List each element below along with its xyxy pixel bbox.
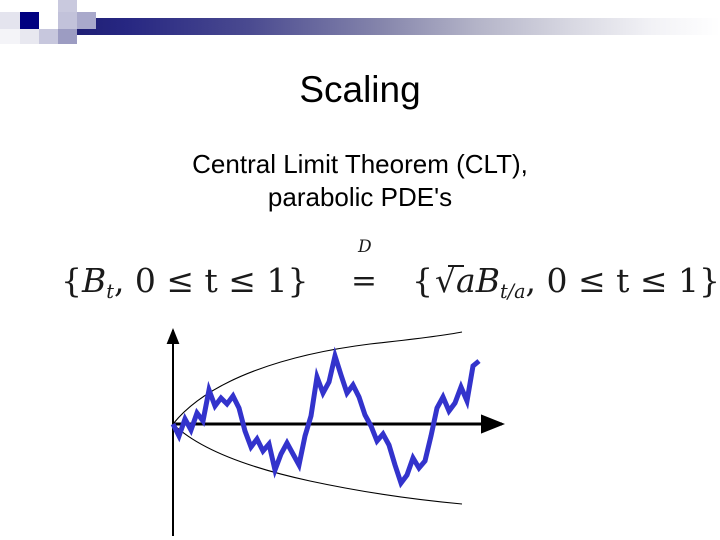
equation-right-side: {√ aBt/a, 0 ≤ t ≤ 1} [412, 261, 720, 303]
rhs-subscript: t/a [499, 280, 526, 304]
decor-square [77, 12, 96, 29]
decor-square [0, 12, 20, 29]
figure-canvas [166, 328, 505, 536]
radical-overbar [448, 265, 464, 267]
decor-square [0, 0, 20, 12]
subtitle-line-2: parabolic PDE's [267, 182, 453, 212]
random-walk-path [170, 346, 481, 489]
equation-left-side: {Bt, 0 ≤ t ≤ 1} [61, 261, 308, 303]
rhs-open-brace: { [412, 261, 433, 300]
decor-square [39, 44, 58, 56]
header-decoration [0, 0, 720, 56]
decor-square [20, 0, 39, 12]
decor-square [58, 29, 77, 44]
decor-square [20, 29, 39, 44]
decor-square [0, 29, 20, 44]
decor-square [39, 12, 58, 29]
decor-square [58, 0, 77, 12]
decor-square [39, 0, 58, 12]
lhs-open-brace: { [61, 261, 82, 300]
rhs-condition: , 0 ≤ t ≤ 1} [525, 261, 720, 300]
lhs-condition: , 0 ≤ t ≤ 1} [113, 261, 309, 300]
page-title: Scaling [299, 69, 421, 110]
decor-square [58, 12, 77, 29]
slide-subtitle: Central Limit Theorem (CLT), parabolic P… [60, 148, 660, 214]
decor-square [39, 29, 58, 44]
rhs-symbol: B [475, 261, 500, 300]
equation-relation: = [351, 263, 377, 299]
lhs-symbol: B [82, 261, 107, 300]
brownian-motion-figure [140, 318, 530, 540]
decor-square [77, 0, 96, 12]
subtitle-line-1: Central Limit Theorem (CLT), [192, 149, 528, 179]
equation-relation-superscript: D [358, 237, 372, 257]
scaling-equation: {Bt, 0 ≤ t ≤ 1} D = {√ aBt/a, 0 ≤ t ≤ 1} [55, 237, 720, 313]
gradient-bar [46, 18, 720, 35]
decor-square [20, 12, 39, 29]
lhs-subscript: t [106, 280, 114, 304]
square-root-icon: √ a [433, 261, 476, 300]
